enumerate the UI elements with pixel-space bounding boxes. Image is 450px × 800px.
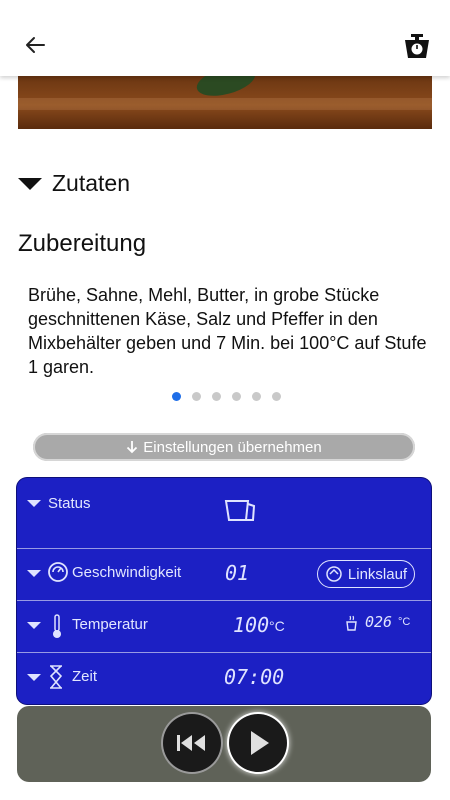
temperature-value: 100 xyxy=(233,613,270,637)
play-icon xyxy=(251,731,269,755)
step-pagination xyxy=(172,392,281,401)
pagination-dot[interactable] xyxy=(232,392,241,401)
bowl-temperature-icon xyxy=(346,615,357,631)
arrow-left-icon xyxy=(26,37,45,53)
skip-back-button[interactable] xyxy=(163,714,221,772)
hourglass-icon xyxy=(49,665,63,689)
speed-value: 01 xyxy=(225,561,250,585)
apply-settings-button[interactable]: Einstellungen übernehmen xyxy=(33,433,415,461)
back-button[interactable] xyxy=(20,30,50,60)
arrow-down-icon xyxy=(127,441,138,454)
pagination-dot[interactable] xyxy=(212,392,221,401)
triangle-down-icon xyxy=(27,674,41,681)
temperature-unit: °C xyxy=(269,618,285,634)
ingredients-toggle[interactable]: Zutaten xyxy=(18,170,130,197)
kitchen-scale-button[interactable] xyxy=(402,32,432,62)
preparation-step-text: Brühe, Sahne, Mehl, Butter, in grobe Stü… xyxy=(28,285,427,377)
triangle-down-icon xyxy=(27,500,41,507)
apply-settings-label: Einstellungen übernehmen xyxy=(143,438,322,456)
time-row[interactable]: Zeit 07:00 xyxy=(17,652,431,704)
time-label: Zeit xyxy=(72,668,98,685)
status-row[interactable]: Status xyxy=(17,478,431,549)
rotation-icon xyxy=(326,566,342,582)
playback-controls xyxy=(17,706,431,782)
status-label: Status xyxy=(48,495,91,512)
pagination-dot[interactable] xyxy=(252,392,261,401)
speed-label: Geschwindigkeit xyxy=(72,564,182,581)
speed-row[interactable]: Geschwindigkeit 01 Linkslauf xyxy=(17,548,431,601)
skip-back-icon xyxy=(177,735,205,751)
triangle-down-icon xyxy=(27,570,41,577)
bowl-temperature-unit: °C xyxy=(398,616,411,628)
reverse-rotation-label: Linkslauf xyxy=(347,565,408,583)
triangle-down-icon xyxy=(18,177,42,190)
app-bar xyxy=(0,0,450,76)
time-value: 07:00 xyxy=(224,665,285,689)
temperature-label: Temperatur xyxy=(72,616,148,633)
pagination-dot[interactable] xyxy=(192,392,201,401)
speed-icon xyxy=(48,562,68,582)
bowl-temperature-value: 026 xyxy=(365,613,393,631)
pagination-dot[interactable] xyxy=(172,392,181,401)
preparation-heading: Zubereitung xyxy=(18,230,147,257)
thermometer-icon xyxy=(53,614,61,638)
kitchen-scale-icon xyxy=(405,34,429,58)
play-button[interactable] xyxy=(229,714,287,772)
reverse-rotation-button[interactable]: Linkslauf xyxy=(317,560,415,588)
device-settings-panel: Status Geschwindigkeit 01 Linkslauf Temp… xyxy=(17,478,431,704)
temperature-row[interactable]: Temperatur 100 °C 026 °C xyxy=(17,600,431,653)
triangle-down-icon xyxy=(27,622,41,629)
ingredients-label: Zutaten xyxy=(52,170,130,196)
bowl-icon xyxy=(224,500,256,521)
pagination-dot[interactable] xyxy=(272,392,281,401)
recipe-image xyxy=(18,76,432,129)
